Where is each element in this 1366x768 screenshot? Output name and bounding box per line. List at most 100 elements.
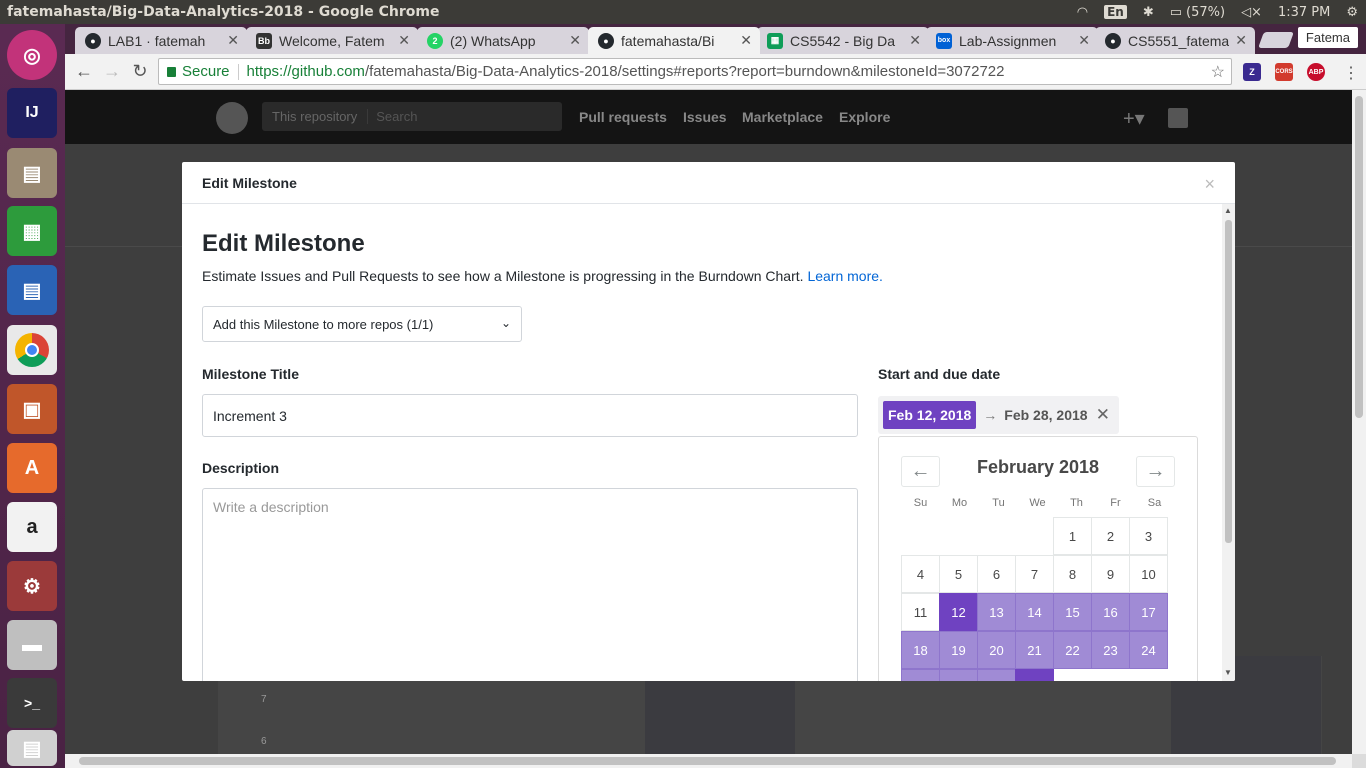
github-search[interactable]: This repository Search <box>262 102 562 131</box>
trash-icon[interactable]: ▤ <box>7 730 57 766</box>
tab-lab1[interactable]: ● LAB1 · fatemah ✕ <box>75 27 247 54</box>
calendar-day[interactable]: 3 <box>1129 517 1168 555</box>
tab-box[interactable]: box Lab-Assignmen ✕ <box>926 27 1098 54</box>
url-text[interactable]: https://github.com/fatemahasta/Big-Data-… <box>247 63 1005 80</box>
nav-explore[interactable]: Explore <box>839 109 890 125</box>
calendar-day[interactable]: 19 <box>939 631 978 669</box>
system-settings-icon[interactable]: ⚙ <box>7 561 57 611</box>
clock[interactable]: 1:37 PM <box>1278 5 1330 20</box>
close-tab-icon[interactable]: ✕ <box>398 32 410 49</box>
bluetooth-icon[interactable]: ✱ <box>1143 5 1154 20</box>
zotero-extension-icon[interactable]: Z <box>1243 63 1261 81</box>
page-scroll-thumb[interactable] <box>1355 96 1363 418</box>
calendar-day[interactable]: 24 <box>1129 631 1168 669</box>
language-indicator[interactable]: En <box>1104 5 1127 19</box>
calendar-day[interactable]: 16 <box>1091 593 1130 631</box>
calendar-day[interactable]: 18 <box>901 631 940 669</box>
close-tab-icon[interactable]: ✕ <box>227 32 239 49</box>
page-horizontal-scrollbar[interactable] <box>65 754 1352 768</box>
chrome-icon[interactable] <box>7 325 57 375</box>
tab-cs5551[interactable]: ● CS5551_fatema ✕ <box>1095 27 1255 54</box>
forward-arrow-icon[interactable]: → <box>98 61 126 82</box>
chrome-menu-icon[interactable]: ⋮ <box>1343 63 1359 83</box>
repo-select-dropdown[interactable]: Add this Milestone to more repos (1/1) ⌄ <box>202 306 522 342</box>
calendar-day[interactable] <box>939 669 978 681</box>
create-new-plus-icon[interactable]: +▾ <box>1123 106 1145 131</box>
calendar-day[interactable]: 17 <box>1129 593 1168 631</box>
calendar-day[interactable]: 8 <box>1053 555 1092 593</box>
close-tab-icon[interactable]: ✕ <box>1078 32 1090 49</box>
disk-drive-icon[interactable]: ▬ <box>7 620 57 670</box>
software-center-icon[interactable]: A <box>7 443 57 493</box>
close-tab-icon[interactable]: ✕ <box>1235 32 1247 49</box>
calendar-day[interactable]: 23 <box>1091 631 1130 669</box>
calendar-day[interactable] <box>977 669 1016 681</box>
calendar-day[interactable]: 6 <box>977 555 1016 593</box>
calendar-day[interactable]: 15 <box>1053 593 1092 631</box>
calendar-day[interactable]: 22 <box>1053 631 1092 669</box>
calendar-day[interactable]: 7 <box>1015 555 1054 593</box>
close-tab-icon[interactable]: ✕ <box>909 32 921 49</box>
tab-whatsapp[interactable]: 2 (2) WhatsApp ✕ <box>417 27 589 54</box>
calendar-day[interactable]: 2 <box>1091 517 1130 555</box>
volume-icon[interactable]: ◁× <box>1241 5 1262 20</box>
calendar-day[interactable]: 11 <box>901 593 940 631</box>
ubuntu-dash-icon[interactable]: ◎ <box>7 30 57 80</box>
scroll-down-arrow-icon[interactable]: ▼ <box>1224 668 1232 677</box>
calendar-day[interactable] <box>1015 669 1054 681</box>
wifi-icon[interactable]: ◠ <box>1077 5 1088 20</box>
secure-indicator[interactable]: Secure <box>167 63 230 80</box>
address-bar[interactable]: Secure https://github.com/fatemahasta/Bi… <box>158 58 1232 85</box>
scroll-up-arrow-icon[interactable]: ▲ <box>1224 206 1232 215</box>
close-tab-icon[interactable]: ✕ <box>569 32 581 49</box>
bookmark-star-icon[interactable]: ☆ <box>1211 62 1225 82</box>
user-avatar[interactable] <box>1168 108 1188 128</box>
tab-blackboard[interactable]: Bb Welcome, Fatem ✕ <box>246 27 418 54</box>
adblock-plus-icon[interactable]: ABP <box>1307 63 1325 81</box>
calendar-day[interactable] <box>901 669 940 681</box>
calendar-day[interactable]: 14 <box>1015 593 1054 631</box>
battery-indicator[interactable]: ▭ (57%) <box>1170 5 1225 20</box>
calendar-day[interactable]: 1 <box>1053 517 1092 555</box>
tab-sheets[interactable]: ▦ CS5542 - Big Da ✕ <box>757 27 929 54</box>
next-month-arrow-icon[interactable]: → <box>1136 456 1175 487</box>
calendar-day[interactable]: 20 <box>977 631 1016 669</box>
github-logo-icon[interactable] <box>216 102 248 134</box>
learn-more-link[interactable]: Learn more. <box>807 268 882 284</box>
start-date[interactable]: Feb 12, 2018 <box>883 401 977 429</box>
calendar-day[interactable]: 12 <box>939 593 978 631</box>
date-range-field[interactable]: Feb 12, 2018 → Feb 28, 2018 ✕ <box>878 396 1119 434</box>
terminal-icon[interactable]: >_ <box>7 678 57 728</box>
profile-button[interactable]: Fatema <box>1297 27 1358 48</box>
cors-extension-icon[interactable]: CORS <box>1275 63 1293 81</box>
search-input[interactable]: Search <box>368 109 425 124</box>
reload-icon[interactable]: ↻ <box>126 61 154 82</box>
calendar-day[interactable]: 10 <box>1129 555 1168 593</box>
nav-pull-requests[interactable]: Pull requests <box>579 109 667 125</box>
nav-issues[interactable]: Issues <box>683 109 727 125</box>
libreoffice-impress-icon[interactable]: ▣ <box>7 384 57 434</box>
modal-scroll-thumb[interactable] <box>1225 220 1232 543</box>
due-date[interactable]: Feb 28, 2018 <box>1004 407 1087 423</box>
calendar-day[interactable]: 4 <box>901 555 940 593</box>
libreoffice-calc-icon[interactable]: ▦ <box>7 206 57 256</box>
calendar-day[interactable]: 5 <box>939 555 978 593</box>
intellij-icon[interactable]: IJ <box>7 88 57 138</box>
tab-github-active[interactable]: ● fatemahasta/Bi ✕ <box>588 27 760 54</box>
settings-gear-icon[interactable]: ⚙ <box>1346 5 1358 20</box>
modal-scrollbar[interactable]: ▲ ▼ <box>1222 204 1235 681</box>
calendar-day[interactable]: 21 <box>1015 631 1054 669</box>
amazon-icon[interactable]: a <box>7 502 57 552</box>
files-icon[interactable]: ▤ <box>7 148 57 198</box>
description-textarea[interactable] <box>202 488 858 681</box>
close-tab-icon[interactable]: ✕ <box>740 32 752 49</box>
page-hscroll-thumb[interactable] <box>79 757 1336 765</box>
calendar-day[interactable]: 13 <box>977 593 1016 631</box>
libreoffice-writer-icon[interactable]: ▤ <box>7 265 57 315</box>
calendar-day[interactable]: 9 <box>1091 555 1130 593</box>
new-tab-button[interactable] <box>1258 32 1294 48</box>
clear-dates-icon[interactable]: ✕ <box>1096 405 1110 425</box>
back-arrow-icon[interactable]: ← <box>70 61 98 82</box>
close-icon[interactable]: × <box>1204 174 1215 195</box>
page-vertical-scrollbar[interactable] <box>1352 90 1366 754</box>
